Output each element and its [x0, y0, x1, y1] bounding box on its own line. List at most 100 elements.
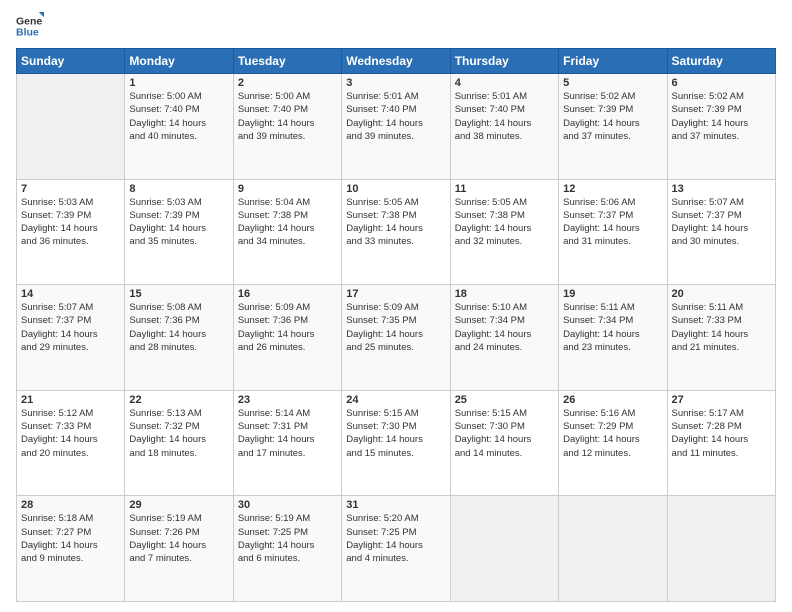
day-cell: 13Sunrise: 5:07 AM Sunset: 7:37 PM Dayli… — [667, 179, 775, 285]
day-info: Sunrise: 5:11 AM Sunset: 7:33 PM Dayligh… — [672, 301, 771, 354]
day-cell: 20Sunrise: 5:11 AM Sunset: 7:33 PM Dayli… — [667, 285, 775, 391]
day-number: 14 — [21, 288, 120, 300]
page: Gene Blue SundayMondayTuesdayWednesdayTh… — [0, 0, 792, 612]
day-info: Sunrise: 5:16 AM Sunset: 7:29 PM Dayligh… — [563, 407, 662, 460]
day-cell: 17Sunrise: 5:09 AM Sunset: 7:35 PM Dayli… — [342, 285, 450, 391]
week-row: 7Sunrise: 5:03 AM Sunset: 7:39 PM Daylig… — [17, 179, 776, 285]
day-cell: 16Sunrise: 5:09 AM Sunset: 7:36 PM Dayli… — [233, 285, 341, 391]
day-info: Sunrise: 5:07 AM Sunset: 7:37 PM Dayligh… — [672, 196, 771, 249]
day-cell: 2Sunrise: 5:00 AM Sunset: 7:40 PM Daylig… — [233, 74, 341, 180]
day-number: 5 — [563, 77, 662, 89]
week-row: 14Sunrise: 5:07 AM Sunset: 7:37 PM Dayli… — [17, 285, 776, 391]
day-info: Sunrise: 5:18 AM Sunset: 7:27 PM Dayligh… — [21, 512, 120, 565]
day-info: Sunrise: 5:01 AM Sunset: 7:40 PM Dayligh… — [455, 90, 554, 143]
day-cell: 22Sunrise: 5:13 AM Sunset: 7:32 PM Dayli… — [125, 390, 233, 496]
day-number: 4 — [455, 77, 554, 89]
day-cell: 27Sunrise: 5:17 AM Sunset: 7:28 PM Dayli… — [667, 390, 775, 496]
day-info: Sunrise: 5:05 AM Sunset: 7:38 PM Dayligh… — [455, 196, 554, 249]
day-number: 11 — [455, 183, 554, 195]
day-cell: 19Sunrise: 5:11 AM Sunset: 7:34 PM Dayli… — [559, 285, 667, 391]
week-row: 1Sunrise: 5:00 AM Sunset: 7:40 PM Daylig… — [17, 74, 776, 180]
day-info: Sunrise: 5:01 AM Sunset: 7:40 PM Dayligh… — [346, 90, 445, 143]
day-cell — [450, 496, 558, 602]
svg-text:Blue: Blue — [16, 27, 39, 39]
day-cell: 7Sunrise: 5:03 AM Sunset: 7:39 PM Daylig… — [17, 179, 125, 285]
day-header: Sunday — [17, 49, 125, 74]
day-number: 3 — [346, 77, 445, 89]
day-number: 13 — [672, 183, 771, 195]
day-number: 30 — [238, 499, 337, 511]
day-number: 31 — [346, 499, 445, 511]
day-number: 25 — [455, 394, 554, 406]
day-number: 12 — [563, 183, 662, 195]
day-number: 6 — [672, 77, 771, 89]
day-info: Sunrise: 5:06 AM Sunset: 7:37 PM Dayligh… — [563, 196, 662, 249]
day-info: Sunrise: 5:13 AM Sunset: 7:32 PM Dayligh… — [129, 407, 228, 460]
day-cell: 15Sunrise: 5:08 AM Sunset: 7:36 PM Dayli… — [125, 285, 233, 391]
day-info: Sunrise: 5:15 AM Sunset: 7:30 PM Dayligh… — [455, 407, 554, 460]
logo-icon: Gene Blue — [16, 12, 44, 40]
day-number: 18 — [455, 288, 554, 300]
day-cell — [17, 74, 125, 180]
header: Gene Blue — [16, 12, 776, 40]
day-cell: 3Sunrise: 5:01 AM Sunset: 7:40 PM Daylig… — [342, 74, 450, 180]
day-number: 19 — [563, 288, 662, 300]
day-info: Sunrise: 5:19 AM Sunset: 7:26 PM Dayligh… — [129, 512, 228, 565]
day-number: 17 — [346, 288, 445, 300]
day-header: Tuesday — [233, 49, 341, 74]
day-info: Sunrise: 5:14 AM Sunset: 7:31 PM Dayligh… — [238, 407, 337, 460]
day-cell — [559, 496, 667, 602]
day-number: 1 — [129, 77, 228, 89]
day-cell: 5Sunrise: 5:02 AM Sunset: 7:39 PM Daylig… — [559, 74, 667, 180]
day-info: Sunrise: 5:02 AM Sunset: 7:39 PM Dayligh… — [672, 90, 771, 143]
day-info: Sunrise: 5:05 AM Sunset: 7:38 PM Dayligh… — [346, 196, 445, 249]
day-info: Sunrise: 5:03 AM Sunset: 7:39 PM Dayligh… — [129, 196, 228, 249]
day-number: 22 — [129, 394, 228, 406]
day-info: Sunrise: 5:20 AM Sunset: 7:25 PM Dayligh… — [346, 512, 445, 565]
day-number: 23 — [238, 394, 337, 406]
svg-text:Gene: Gene — [16, 15, 42, 27]
day-header: Saturday — [667, 49, 775, 74]
day-cell: 23Sunrise: 5:14 AM Sunset: 7:31 PM Dayli… — [233, 390, 341, 496]
day-cell: 24Sunrise: 5:15 AM Sunset: 7:30 PM Dayli… — [342, 390, 450, 496]
day-number: 15 — [129, 288, 228, 300]
day-number: 9 — [238, 183, 337, 195]
day-cell: 26Sunrise: 5:16 AM Sunset: 7:29 PM Dayli… — [559, 390, 667, 496]
day-cell: 21Sunrise: 5:12 AM Sunset: 7:33 PM Dayli… — [17, 390, 125, 496]
week-row: 28Sunrise: 5:18 AM Sunset: 7:27 PM Dayli… — [17, 496, 776, 602]
day-number: 26 — [563, 394, 662, 406]
day-header: Wednesday — [342, 49, 450, 74]
day-number: 10 — [346, 183, 445, 195]
day-number: 28 — [21, 499, 120, 511]
day-cell: 6Sunrise: 5:02 AM Sunset: 7:39 PM Daylig… — [667, 74, 775, 180]
day-number: 27 — [672, 394, 771, 406]
day-info: Sunrise: 5:19 AM Sunset: 7:25 PM Dayligh… — [238, 512, 337, 565]
day-info: Sunrise: 5:00 AM Sunset: 7:40 PM Dayligh… — [238, 90, 337, 143]
day-cell: 29Sunrise: 5:19 AM Sunset: 7:26 PM Dayli… — [125, 496, 233, 602]
day-info: Sunrise: 5:09 AM Sunset: 7:36 PM Dayligh… — [238, 301, 337, 354]
day-number: 7 — [21, 183, 120, 195]
day-header: Monday — [125, 49, 233, 74]
day-cell: 14Sunrise: 5:07 AM Sunset: 7:37 PM Dayli… — [17, 285, 125, 391]
day-cell: 12Sunrise: 5:06 AM Sunset: 7:37 PM Dayli… — [559, 179, 667, 285]
day-cell: 9Sunrise: 5:04 AM Sunset: 7:38 PM Daylig… — [233, 179, 341, 285]
day-cell: 1Sunrise: 5:00 AM Sunset: 7:40 PM Daylig… — [125, 74, 233, 180]
day-number: 8 — [129, 183, 228, 195]
day-info: Sunrise: 5:02 AM Sunset: 7:39 PM Dayligh… — [563, 90, 662, 143]
day-info: Sunrise: 5:03 AM Sunset: 7:39 PM Dayligh… — [21, 196, 120, 249]
day-number: 16 — [238, 288, 337, 300]
day-info: Sunrise: 5:09 AM Sunset: 7:35 PM Dayligh… — [346, 301, 445, 354]
day-info: Sunrise: 5:00 AM Sunset: 7:40 PM Dayligh… — [129, 90, 228, 143]
header-row: SundayMondayTuesdayWednesdayThursdayFrid… — [17, 49, 776, 74]
day-header: Thursday — [450, 49, 558, 74]
week-row: 21Sunrise: 5:12 AM Sunset: 7:33 PM Dayli… — [17, 390, 776, 496]
day-cell: 10Sunrise: 5:05 AM Sunset: 7:38 PM Dayli… — [342, 179, 450, 285]
day-info: Sunrise: 5:12 AM Sunset: 7:33 PM Dayligh… — [21, 407, 120, 460]
day-cell: 28Sunrise: 5:18 AM Sunset: 7:27 PM Dayli… — [17, 496, 125, 602]
day-info: Sunrise: 5:08 AM Sunset: 7:36 PM Dayligh… — [129, 301, 228, 354]
day-cell: 8Sunrise: 5:03 AM Sunset: 7:39 PM Daylig… — [125, 179, 233, 285]
day-number: 2 — [238, 77, 337, 89]
day-info: Sunrise: 5:04 AM Sunset: 7:38 PM Dayligh… — [238, 196, 337, 249]
day-info: Sunrise: 5:17 AM Sunset: 7:28 PM Dayligh… — [672, 407, 771, 460]
day-cell: 18Sunrise: 5:10 AM Sunset: 7:34 PM Dayli… — [450, 285, 558, 391]
